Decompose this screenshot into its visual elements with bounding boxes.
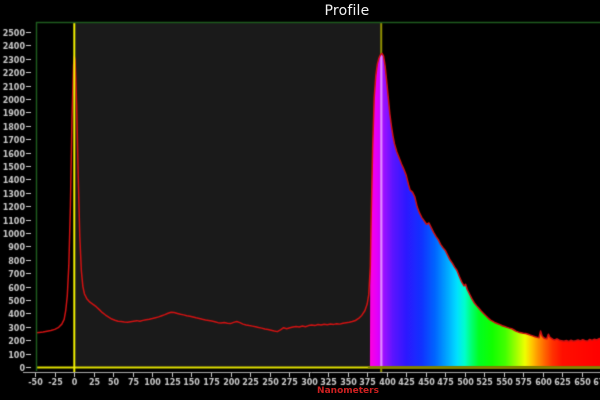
profile-chart-canvas[interactable] (0, 0, 600, 400)
spectrometer-profile-window: Profile Nanometers (0, 0, 600, 400)
x-axis-title: Nanometers (317, 386, 379, 396)
